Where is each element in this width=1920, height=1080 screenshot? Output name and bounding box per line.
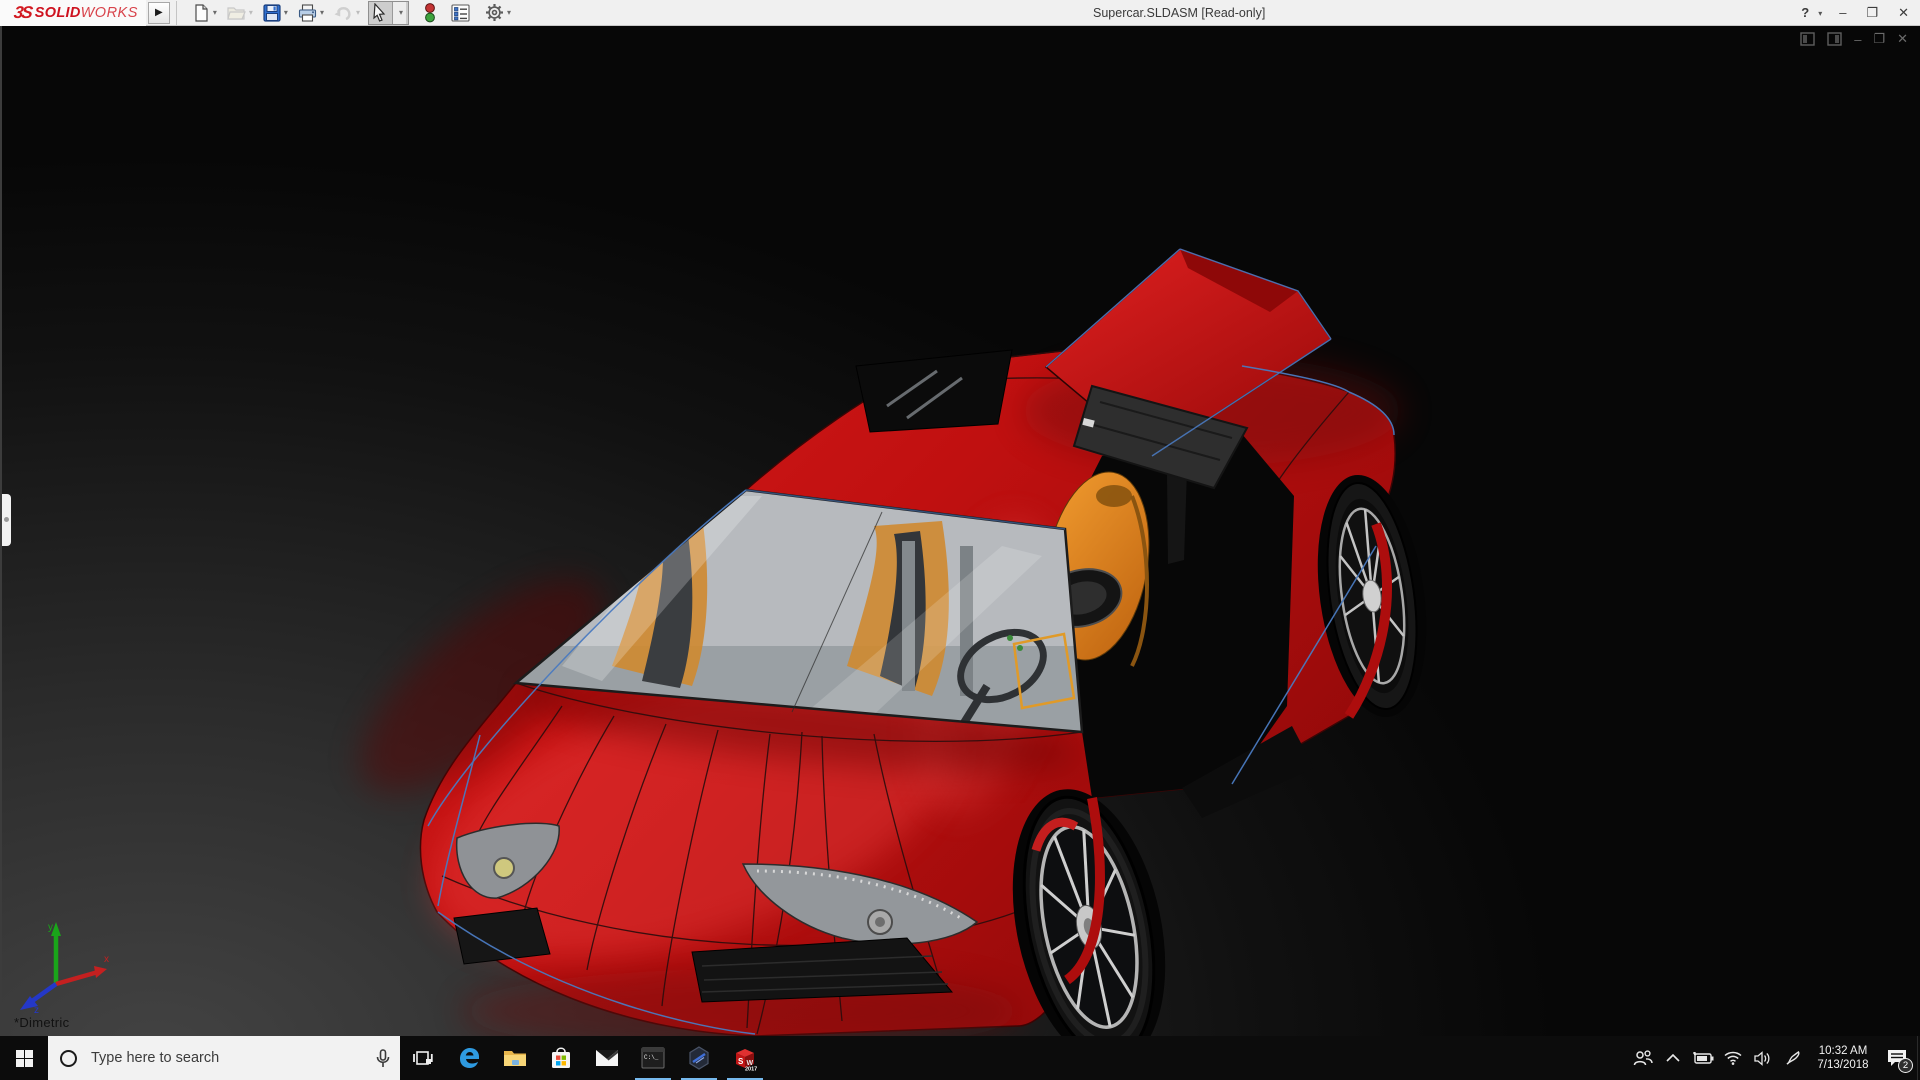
people-button[interactable] bbox=[1630, 1036, 1656, 1080]
supercar-model bbox=[2, 26, 1920, 1036]
open-folder-icon bbox=[227, 4, 246, 21]
printer-icon bbox=[298, 4, 317, 22]
print-caret[interactable]: ▾ bbox=[320, 8, 324, 17]
solidworks-logo-light: WORKS bbox=[81, 5, 138, 21]
pen-button[interactable] bbox=[1780, 1036, 1806, 1080]
action-center-button[interactable]: 2 bbox=[1880, 1036, 1914, 1080]
file-explorer-icon bbox=[503, 1048, 527, 1068]
save-button[interactable]: ▾ bbox=[261, 1, 290, 25]
sw-year: 2017 bbox=[745, 1067, 757, 1072]
edge-button[interactable] bbox=[446, 1036, 492, 1080]
mail-icon bbox=[595, 1049, 619, 1067]
triad-z-label: z bbox=[34, 1005, 39, 1014]
task-view-button[interactable] bbox=[400, 1036, 446, 1080]
edge-icon bbox=[457, 1046, 481, 1070]
sw-letter-s: S bbox=[738, 1057, 744, 1066]
notification-badge: 2 bbox=[1898, 1058, 1913, 1073]
solidworks-2017-button[interactable]: S W 2017 bbox=[722, 1036, 768, 1080]
window-title: Supercar.SLDASM [Read-only] bbox=[1093, 0, 1265, 26]
battery-charging-icon bbox=[1692, 1052, 1714, 1064]
store-button[interactable] bbox=[538, 1036, 584, 1080]
view-orientation-label: *Dimetric bbox=[14, 1015, 69, 1030]
select-tool-button[interactable]: ▾ bbox=[368, 1, 409, 25]
options-button[interactable]: ▾ bbox=[483, 1, 513, 25]
microphone-icon[interactable] bbox=[376, 1049, 390, 1068]
clock-time: 10:32 AM bbox=[1810, 1044, 1876, 1058]
solidworks-logo-bold: SOLID bbox=[35, 5, 81, 21]
wifi-icon bbox=[1724, 1051, 1742, 1065]
solidworks-2017-icon: S W 2017 bbox=[732, 1045, 758, 1071]
speaker-icon bbox=[1754, 1051, 1772, 1066]
help-caret[interactable]: ▾ bbox=[1818, 9, 1822, 18]
options-caret[interactable]: ▾ bbox=[507, 8, 511, 17]
restore-button[interactable]: ❐ bbox=[1863, 0, 1881, 26]
clock-date: 7/13/2018 bbox=[1810, 1058, 1876, 1072]
rebuild-button[interactable] bbox=[422, 1, 438, 25]
triad-y-label: y bbox=[48, 922, 53, 933]
side-vent bbox=[1167, 470, 1187, 564]
open-caret[interactable]: ▾ bbox=[249, 8, 253, 17]
select-tool-caret-cell[interactable]: ▾ bbox=[392, 2, 406, 24]
system-tray: 10:32 AM 7/13/2018 2 bbox=[1630, 1036, 1920, 1080]
solidworks-logo: 3S SOLID WORKS bbox=[0, 0, 146, 26]
minimize-button[interactable]: – bbox=[1836, 0, 1849, 26]
title-bar: 3S SOLID WORKS ▶ ▾ ▾ bbox=[0, 0, 1920, 26]
graphics-viewport[interactable]: – ❐ ✕ bbox=[0, 26, 1920, 1036]
command-prompt-icon: C:\_ bbox=[641, 1047, 665, 1069]
svg-text:C:\_: C:\_ bbox=[644, 1054, 659, 1061]
taskbar-search[interactable]: Type here to search bbox=[48, 1036, 400, 1080]
select-cursor-icon bbox=[371, 3, 388, 22]
rebuild-traffic-light-icon bbox=[424, 3, 436, 23]
new-document-button[interactable]: ▾ bbox=[190, 1, 219, 25]
windows-taskbar: Type here to search bbox=[0, 1036, 1920, 1080]
roof-opening bbox=[856, 350, 1012, 432]
command-prompt-button[interactable]: C:\_ bbox=[630, 1036, 676, 1080]
save-caret[interactable]: ▾ bbox=[284, 8, 288, 17]
undo-arrow-icon bbox=[334, 5, 353, 21]
people-icon bbox=[1633, 1050, 1653, 1066]
file-properties-icon bbox=[451, 4, 470, 22]
close-button[interactable]: ✕ bbox=[1895, 0, 1912, 26]
search-placeholder-text: Type here to search bbox=[91, 1050, 376, 1066]
windows-logo-icon bbox=[16, 1050, 33, 1067]
undo-caret[interactable]: ▾ bbox=[356, 8, 360, 17]
flyout-arrow-icon: ▶ bbox=[155, 7, 163, 18]
open-button[interactable]: ▾ bbox=[225, 1, 255, 25]
menu-flyout-button[interactable]: ▶ bbox=[148, 2, 170, 24]
chevron-up-icon bbox=[1666, 1054, 1680, 1062]
solidworks-logo-mark: 3S bbox=[13, 3, 33, 23]
select-tool-caret: ▾ bbox=[399, 8, 403, 17]
task-view-icon bbox=[413, 1049, 433, 1067]
standard-toolbar: ▾ ▾ ▾ bbox=[187, 0, 516, 26]
file-properties-button[interactable] bbox=[449, 1, 472, 25]
battery-button[interactable] bbox=[1690, 1036, 1716, 1080]
help-button[interactable]: ? bbox=[1798, 0, 1812, 26]
options-gear-icon bbox=[485, 3, 504, 22]
start-button[interactable] bbox=[0, 1036, 48, 1080]
wifi-button[interactable] bbox=[1720, 1036, 1746, 1080]
cad-viewer-icon bbox=[687, 1046, 711, 1070]
hidden-icons-button[interactable] bbox=[1660, 1036, 1686, 1080]
new-document-caret[interactable]: ▾ bbox=[213, 8, 217, 17]
pen-icon bbox=[1785, 1050, 1801, 1066]
volume-button[interactable] bbox=[1750, 1036, 1776, 1080]
store-icon bbox=[550, 1046, 572, 1070]
orientation-triad[interactable]: y x z bbox=[12, 914, 112, 1014]
print-button[interactable]: ▾ bbox=[296, 1, 326, 25]
mail-button[interactable] bbox=[584, 1036, 630, 1080]
triad-x-label: x bbox=[104, 954, 109, 965]
file-explorer-button[interactable] bbox=[492, 1036, 538, 1080]
toolbar-separator bbox=[176, 1, 177, 25]
undo-button[interactable]: ▾ bbox=[332, 1, 362, 25]
taskbar-clock[interactable]: 10:32 AM 7/13/2018 bbox=[1810, 1044, 1876, 1072]
cortana-icon bbox=[60, 1050, 77, 1067]
window-controls: ? ▾ – ❐ ✕ bbox=[1798, 0, 1912, 26]
cad-viewer-button[interactable] bbox=[676, 1036, 722, 1080]
new-document-icon bbox=[192, 4, 210, 22]
save-diskette-icon bbox=[263, 4, 281, 22]
